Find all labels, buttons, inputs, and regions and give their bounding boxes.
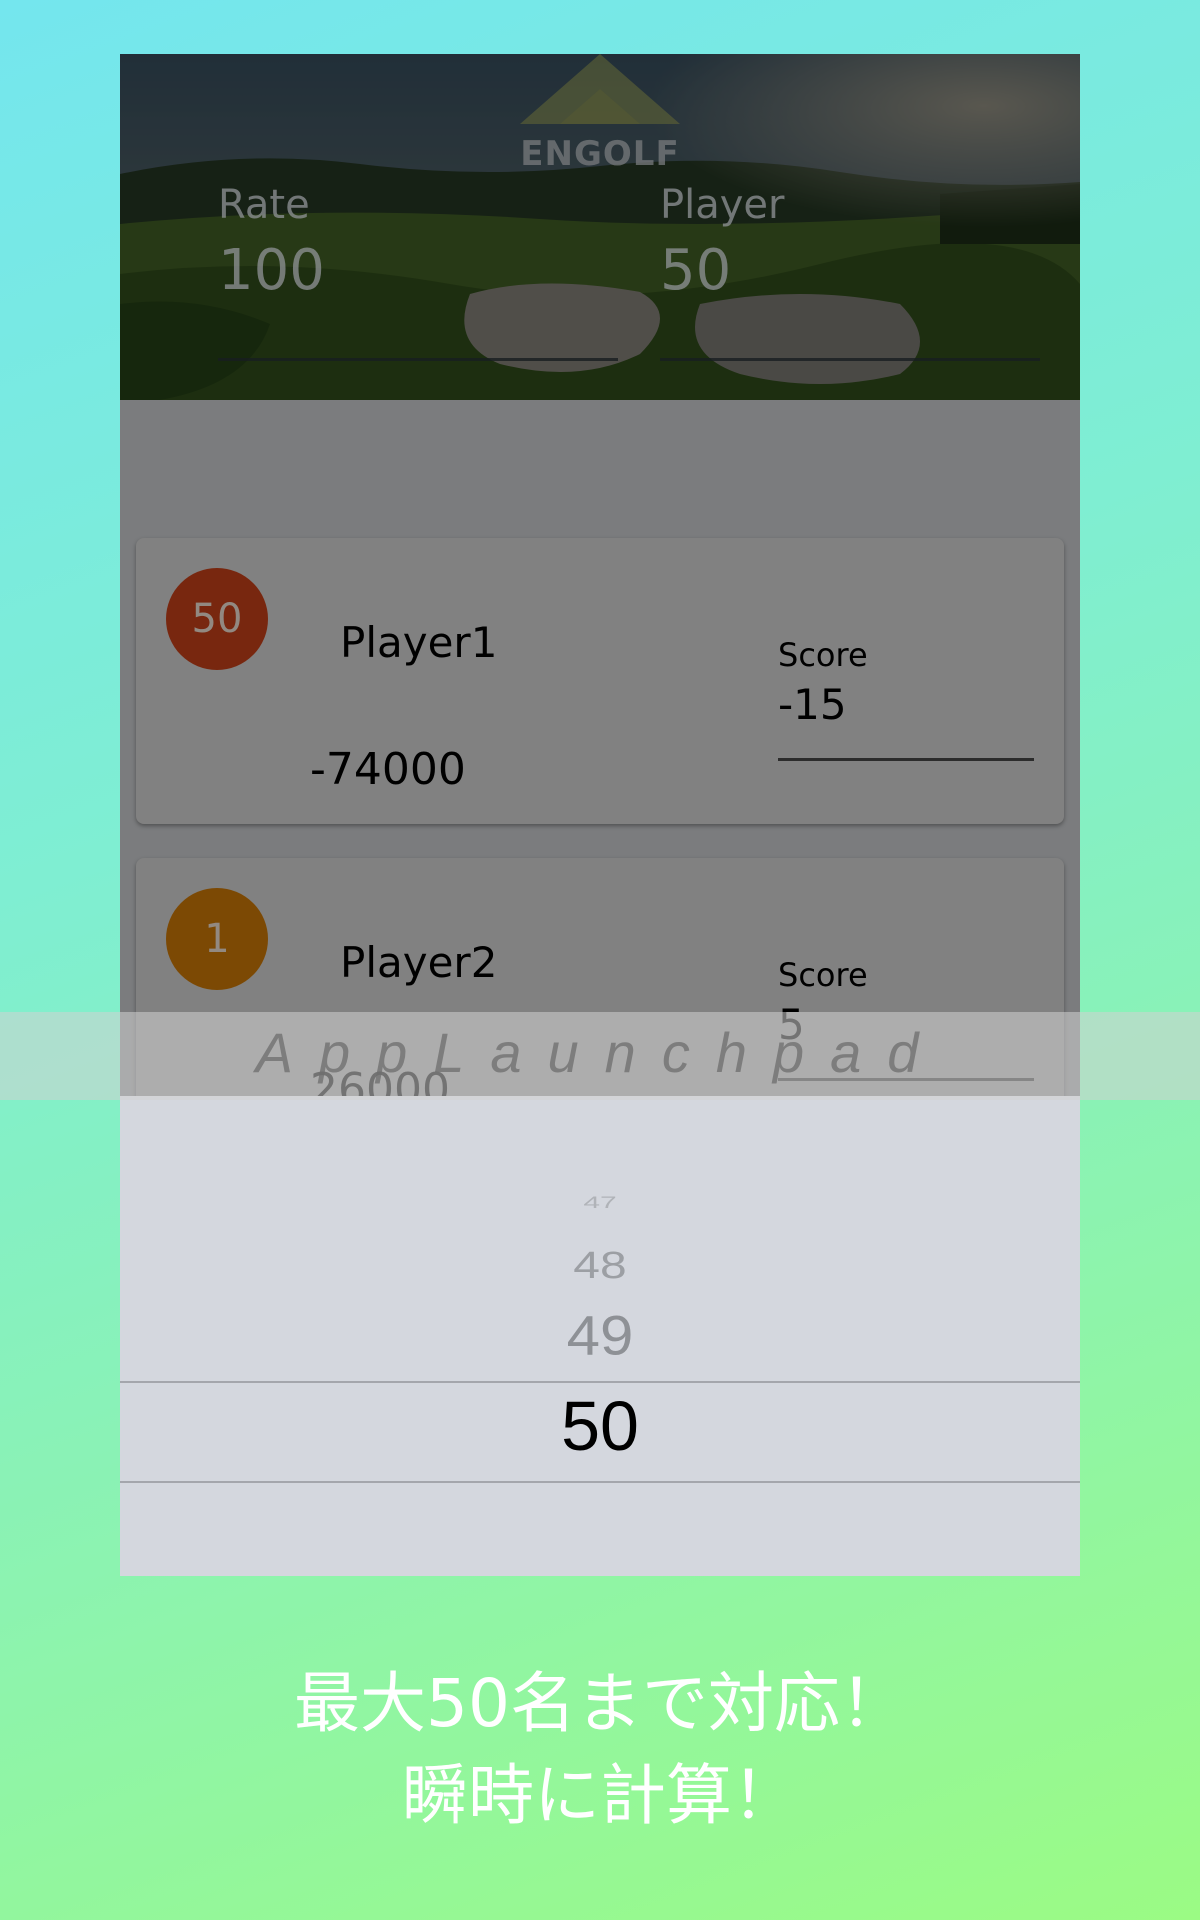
phone-screen: ENGOLF Rate 100 Player 50 50 Player1 -74… [120, 54, 1080, 1576]
picker-option[interactable]: 49 [120, 1304, 1080, 1367]
picker-selection-top-line [120, 1381, 1080, 1383]
picker-option[interactable]: 48 [120, 1244, 1080, 1288]
picker-selection-bottom-line [120, 1481, 1080, 1483]
caption-line-2: 瞬時に計算！ [402, 1757, 798, 1834]
watermark-band: AppLaunchpad [0, 1012, 1200, 1100]
picker-option[interactable]: 47 [120, 1194, 1080, 1213]
modal-dim-overlay[interactable] [120, 54, 1080, 1150]
watermark-text: AppLaunchpad [255, 1021, 945, 1084]
player-count-picker[interactable]: 47 48 49 50 [120, 1096, 1080, 1576]
caption-line-1: 最大50名まで対応！ [294, 1665, 906, 1742]
picker-selected-option[interactable]: 50 [120, 1386, 1080, 1466]
